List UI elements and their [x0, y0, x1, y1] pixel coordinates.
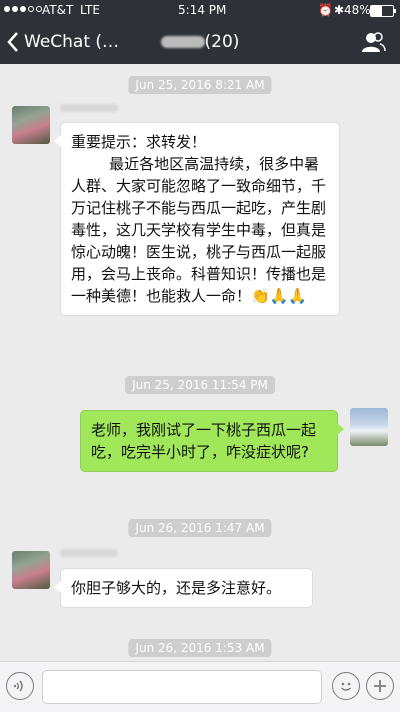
member-count: (20)	[204, 32, 240, 52]
timestamp: Jun 26, 2016 1:47 AM	[128, 519, 272, 537]
carrier-label: AT&T	[42, 3, 74, 17]
emoji-icon	[341, 682, 351, 691]
timestamp: Jun 25, 2016 11:54 PM	[125, 376, 275, 394]
clock: 5:14 PM	[178, 3, 227, 17]
sender-name-redacted	[60, 549, 118, 557]
network-label: LTE	[80, 3, 100, 17]
add-button[interactable]	[366, 672, 394, 700]
plus-icon	[374, 680, 386, 692]
back-label: WeChat (…	[24, 32, 120, 52]
avatar[interactable]	[12, 106, 50, 144]
voice-icon	[13, 680, 23, 692]
alarm-icon: ⏰	[318, 3, 333, 17]
contacts-button[interactable]	[360, 30, 386, 54]
avatar[interactable]	[12, 551, 50, 589]
message-bubble[interactable]: 重要提示：求转发！ 最近各地区高温持续，很多中暑人群、大家可能忽略了一致命细节，…	[54, 122, 340, 316]
status-bar: AT&T LTE 5:14 PM ⏰ ✱ 48%	[0, 0, 400, 20]
message-bubble[interactable]: 你胆子够大的，还是多注意好。	[54, 568, 313, 608]
sender-name-redacted	[60, 104, 118, 112]
contacts-icon	[362, 32, 386, 52]
battery-percent: 48%	[344, 3, 371, 17]
nav-bar: WeChat (… (20)	[0, 20, 400, 64]
chevron-left-icon	[7, 32, 18, 52]
input-bar	[0, 661, 400, 712]
bluetooth-icon: ✱	[334, 3, 345, 17]
voice-button[interactable]	[6, 672, 34, 700]
group-name-redacted	[160, 36, 205, 48]
timestamp: Jun 26, 2016 1:53 AM	[128, 639, 272, 657]
message-input[interactable]	[42, 670, 322, 704]
chat-title: (20)	[120, 32, 280, 52]
battery-icon	[370, 5, 396, 17]
emoji-button[interactable]	[332, 672, 360, 700]
message-bubble[interactable]: 老师，我刚试了一下桃子西瓜一起吃，吃完半小时了，咋没症状呢?	[80, 410, 344, 472]
avatar[interactable]	[350, 408, 388, 446]
back-button[interactable]: WeChat (…	[6, 30, 119, 54]
timestamp: Jun 25, 2016 8:21 AM	[128, 76, 272, 94]
signal-strength-icon	[4, 6, 42, 12]
